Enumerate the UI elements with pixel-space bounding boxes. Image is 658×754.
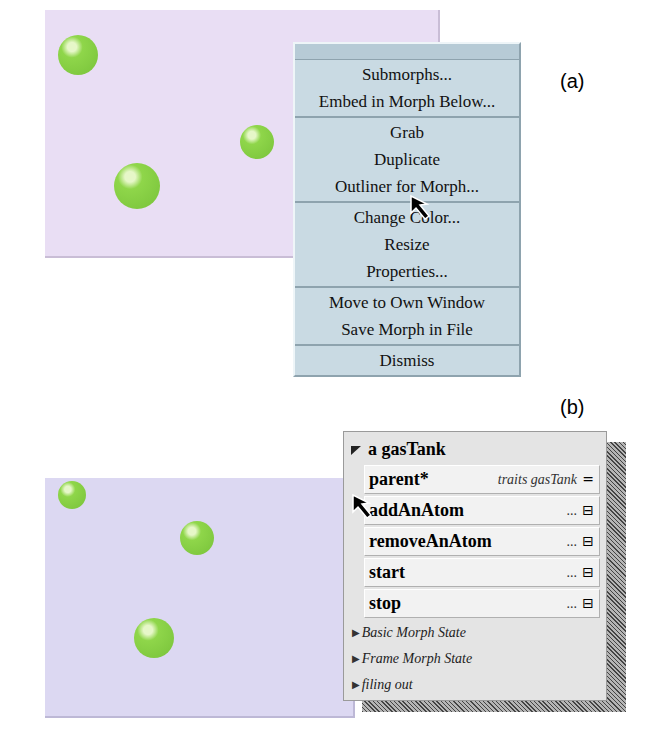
category-row[interactable]: ▶filing out [352,672,600,696]
atom-ball[interactable] [180,521,214,555]
menu-group: Dismiss [295,344,519,375]
menu-group: Submorphs...Embed in Morph Below... [295,60,519,116]
menu-item[interactable]: Submorphs... [295,61,519,88]
expand-triangle[interactable]: ▶ [352,651,360,666]
category-label: Frame Morph State [362,648,472,669]
slot-name: removeAnAtom [369,528,492,555]
atom-ball[interactable] [240,125,274,159]
menu-item[interactable]: Move to Own Window [295,289,519,316]
slot-value: ... [567,593,578,614]
expand-triangle[interactable]: ▶ [352,625,360,640]
atom-ball[interactable] [134,618,174,658]
category-label: filing out [362,674,413,695]
menu-group: Change Color...ResizeProperties... [295,201,519,286]
menu-title-bar[interactable] [295,44,519,60]
slot-name: parent* [369,466,429,493]
slot-value: ... [567,531,578,552]
slot-value: ... [567,562,578,583]
world-b [45,478,355,718]
menu-item[interactable]: Dismiss [295,347,519,374]
slot-button[interactable]: ⊟ [581,593,595,614]
atom-ball[interactable] [114,163,160,209]
slot-row[interactable]: removeAnAtom...⊟ [364,527,600,556]
menu-item[interactable]: Change Color... [295,204,519,231]
collapse-triangle-icon[interactable] [350,444,362,456]
outliner[interactable]: a gasTank parent* traits gasTank= addAnAtom… [343,431,607,701]
menu-item[interactable]: Save Morph in File [295,316,519,343]
slot-button[interactable]: ⊟ [581,500,595,521]
slot-button[interactable]: = [581,469,595,490]
slot-button[interactable]: ⊟ [581,531,595,552]
menu-item[interactable]: Embed in Morph Below... [295,88,519,115]
slot-name: addAnAtom [369,497,464,524]
slot-row[interactable]: addAnAtom...⊟ [364,496,600,525]
category-label: Basic Morph State [362,622,466,643]
slot-name: start [369,559,405,586]
atom-ball[interactable] [58,481,86,509]
slot-button[interactable]: ⊟ [581,562,595,583]
expand-triangle[interactable]: ▶ [352,677,360,692]
slot-name: stop [369,590,401,617]
figure: Submorphs...Embed in Morph Below...GrabD… [0,0,658,754]
menu-item[interactable]: Outliner for Morph... [295,173,519,200]
cursor-arrow-icon [408,193,438,223]
outliner-title: a gasTank [368,436,446,463]
slot-value: traits gasTank [498,469,577,490]
atom-ball[interactable] [58,35,98,75]
slot-row[interactable]: parent* traits gasTank= [364,465,600,494]
outliner-header[interactable]: a gasTank [350,436,600,463]
slot-row[interactable]: start...⊟ [364,558,600,587]
menu-item[interactable]: Properties... [295,258,519,285]
menu-group: GrabDuplicateOutliner for Morph... [295,116,519,201]
category-row[interactable]: ▶Frame Morph State [352,646,600,670]
slot-value: ... [567,500,578,521]
menu-group: Move to Own WindowSave Morph in File [295,286,519,344]
morph-menu: Submorphs...Embed in Morph Below...GrabD… [293,42,521,377]
menu-item[interactable]: Duplicate [295,146,519,173]
panel-label: (a) [560,66,584,96]
menu-item[interactable]: Grab [295,119,519,146]
menu-item[interactable]: Resize [295,231,519,258]
slot-row[interactable]: stop...⊟ [364,589,600,618]
cursor-arrow-icon [350,492,380,522]
category-row[interactable]: ▶Basic Morph State [352,620,600,644]
panel-label: (b) [560,392,584,422]
